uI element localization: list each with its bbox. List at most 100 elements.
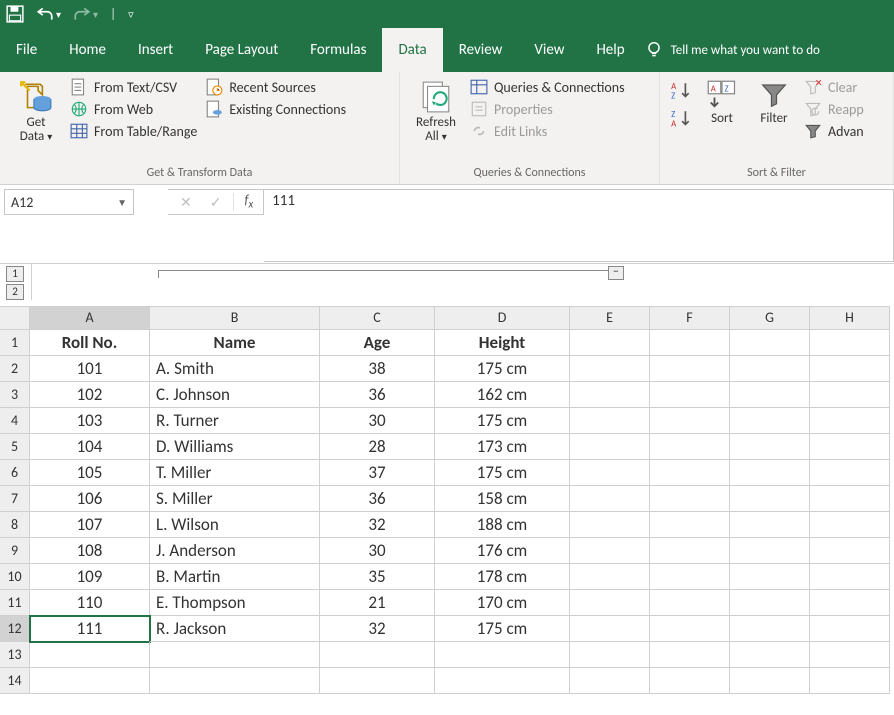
cell-D4[interactable]: 175 cm (435, 408, 570, 434)
cell-D12[interactable]: 175 cm (435, 616, 570, 642)
row-header-14[interactable]: 14 (0, 668, 30, 694)
cell-A10[interactable]: 109 (30, 564, 150, 590)
cell-D2[interactable]: 175 cm (435, 356, 570, 382)
cell-H2[interactable] (810, 356, 890, 382)
row-header-12[interactable]: 12 (0, 616, 30, 642)
tell-me[interactable]: Tell me what you want to do (645, 28, 820, 72)
tab-data[interactable]: Data (382, 28, 442, 72)
cell-A11[interactable]: 110 (30, 590, 150, 616)
cell-E2[interactable] (570, 356, 650, 382)
cell-C6[interactable]: 37 (320, 460, 435, 486)
cell-G7[interactable] (730, 486, 810, 512)
cell-G14[interactable] (730, 668, 810, 694)
cell-H14[interactable] (810, 668, 890, 694)
row-header-11[interactable]: 11 (0, 590, 30, 616)
cell-B1[interactable]: Name (150, 330, 320, 356)
cell-C2[interactable]: 38 (320, 356, 435, 382)
col-header-H[interactable]: H (810, 306, 890, 330)
col-header-A[interactable]: A (30, 306, 150, 330)
cell-B14[interactable] (150, 668, 320, 694)
cell-H3[interactable] (810, 382, 890, 408)
cell-B13[interactable] (150, 642, 320, 668)
cell-F14[interactable] (650, 668, 730, 694)
cell-F4[interactable] (650, 408, 730, 434)
col-header-F[interactable]: F (650, 306, 730, 330)
cell-B2[interactable]: A. Smith (150, 356, 320, 382)
cell-D5[interactable]: 173 cm (435, 434, 570, 460)
cell-A12[interactable]: 111 (30, 616, 150, 642)
cell-E8[interactable] (570, 512, 650, 538)
cell-H4[interactable] (810, 408, 890, 434)
cell-A4[interactable]: 103 (30, 408, 150, 434)
col-header-G[interactable]: G (730, 306, 810, 330)
row-header-5[interactable]: 5 (0, 434, 30, 460)
cell-D14[interactable] (435, 668, 570, 694)
cell-G10[interactable] (730, 564, 810, 590)
tab-help[interactable]: Help (580, 28, 640, 72)
cell-F10[interactable] (650, 564, 730, 590)
sort-desc-icon[interactable]: ZA (670, 108, 692, 130)
cell-F2[interactable] (650, 356, 730, 382)
cell-B9[interactable]: J. Anderson (150, 538, 320, 564)
cell-A9[interactable]: 108 (30, 538, 150, 564)
cell-G9[interactable] (730, 538, 810, 564)
from-text-csv[interactable]: From Text/CSV (70, 78, 197, 96)
cell-C3[interactable]: 36 (320, 382, 435, 408)
cell-E5[interactable] (570, 434, 650, 460)
queries-connections[interactable]: Queries & Connections (470, 78, 625, 96)
fx-icon[interactable]: fx (233, 193, 263, 211)
spreadsheet-grid[interactable]: 1234567891011121314 ABCDEFGH Roll No.Nam… (0, 306, 894, 694)
tab-view[interactable]: View (518, 28, 580, 72)
cell-H10[interactable] (810, 564, 890, 590)
col-header-C[interactable]: C (320, 306, 435, 330)
cell-H8[interactable] (810, 512, 890, 538)
cell-A14[interactable] (30, 668, 150, 694)
cell-D9[interactable]: 176 cm (435, 538, 570, 564)
cell-D8[interactable]: 188 cm (435, 512, 570, 538)
cell-G5[interactable] (730, 434, 810, 460)
row-header-6[interactable]: 6 (0, 460, 30, 486)
name-box[interactable]: A12 ▼ (4, 189, 134, 215)
cell-D3[interactable]: 162 cm (435, 382, 570, 408)
cell-G1[interactable] (730, 330, 810, 356)
from-table-range[interactable]: From Table/Range (70, 122, 197, 140)
get-data-button[interactable]: Get Data ▾ (10, 76, 62, 145)
cell-E13[interactable] (570, 642, 650, 668)
cell-H11[interactable] (810, 590, 890, 616)
refresh-all-button[interactable]: Refresh All ▾ (410, 76, 462, 145)
cell-C1[interactable]: Age (320, 330, 435, 356)
cell-E14[interactable] (570, 668, 650, 694)
cell-D10[interactable]: 178 cm (435, 564, 570, 590)
sort-asc-icon[interactable]: AZ (670, 80, 692, 102)
cell-D6[interactable]: 175 cm (435, 460, 570, 486)
cell-D1[interactable]: Height (435, 330, 570, 356)
cell-C4[interactable]: 30 (320, 408, 435, 434)
tab-formulas[interactable]: Formulas (294, 28, 382, 72)
advanced-filter[interactable]: Advan (804, 122, 864, 140)
cell-H13[interactable] (810, 642, 890, 668)
cell-C14[interactable] (320, 668, 435, 694)
outline-level-1[interactable]: 1 (6, 266, 24, 282)
collapse-group-button[interactable]: − (608, 266, 624, 280)
tab-page-layout[interactable]: Page Layout (189, 28, 294, 72)
row-header-7[interactable]: 7 (0, 486, 30, 512)
row-header-8[interactable]: 8 (0, 512, 30, 538)
cell-F8[interactable] (650, 512, 730, 538)
cell-H5[interactable] (810, 434, 890, 460)
cell-F1[interactable] (650, 330, 730, 356)
tab-review[interactable]: Review (443, 28, 519, 72)
col-header-E[interactable]: E (570, 306, 650, 330)
cell-F6[interactable] (650, 460, 730, 486)
cell-B5[interactable]: D. Williams (150, 434, 320, 460)
cell-G6[interactable] (730, 460, 810, 486)
cell-H1[interactable] (810, 330, 890, 356)
row-header-3[interactable]: 3 (0, 382, 30, 408)
cell-B8[interactable]: L. Wilson (150, 512, 320, 538)
cell-C11[interactable]: 21 (320, 590, 435, 616)
qat-customize-icon[interactable]: ▿ (128, 8, 134, 21)
tab-home[interactable]: Home (53, 28, 122, 72)
cell-F5[interactable] (650, 434, 730, 460)
cell-E12[interactable] (570, 616, 650, 642)
cell-A5[interactable]: 104 (30, 434, 150, 460)
tab-file[interactable]: File (0, 28, 53, 72)
